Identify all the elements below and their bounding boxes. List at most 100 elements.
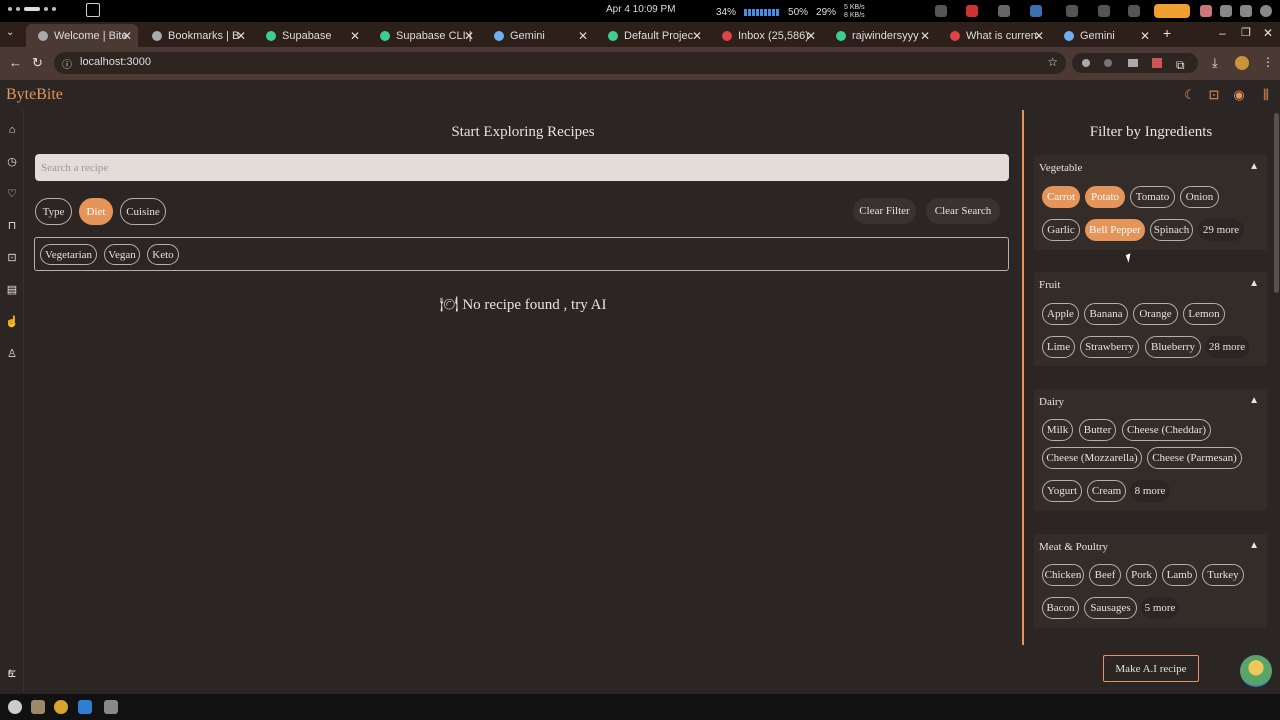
browser-tab[interactable]: What is curren ✕ [938,24,1050,47]
filter-panel-scrollbar[interactable] [1274,113,1279,293]
history-icon[interactable]: ◷ [5,155,19,169]
vscode-icon[interactable] [78,700,92,714]
heart-icon[interactable]: ♡ [5,187,19,201]
tray-icon[interactable] [1066,5,1078,17]
moon-icon[interactable]: ☾ [1183,88,1197,102]
profile-avatar[interactable] [1235,56,1249,70]
ingredient-chip-lemon[interactable]: Lemon [1183,303,1225,325]
back-icon[interactable]: ← [9,55,22,70]
ingredient-chip-cheese-parmesan[interactable]: Cheese (Parmesan) [1147,447,1242,469]
new-tab-button[interactable]: + [1163,25,1171,41]
cart-icon[interactable]: ⊡ [1207,88,1221,102]
clear-filter-button[interactable]: Clear Filter [853,198,916,224]
speaker-icon[interactable] [1240,5,1252,17]
chevron-up-icon[interactable]: ▲ [1249,161,1259,172]
browser-tab[interactable]: Inbox (25,586) ✕ [710,24,822,47]
cart-icon[interactable]: ⊡ [5,251,19,265]
chevron-up-icon[interactable]: ▲ [1249,540,1259,551]
ingredient-chip-yogurt[interactable]: Yogurt [1042,480,1082,502]
close-icon[interactable]: ✕ [920,29,930,43]
bag-icon[interactable]: ⊓ [5,219,19,233]
filter-chip-diet[interactable]: Diet [79,198,113,225]
extension-icon[interactable] [1104,59,1112,67]
browser-tab[interactable]: Welcome | Bite ✕ [26,24,138,47]
diet-chip-vegan[interactable]: Vegan [104,244,140,265]
system-clock[interactable]: Apr 4 10:09 PM [606,4,675,15]
filter-chip-type[interactable]: Type [35,198,72,225]
power-icon[interactable] [1260,5,1272,17]
clear-search-button[interactable]: Clear Search [926,198,1000,224]
browser-tab[interactable]: Default Projec ✕ [596,24,708,47]
dev-tools-icon[interactable]: ϟ [8,668,30,682]
ingredient-chip-bell-pepper[interactable]: Bell Pepper [1085,219,1145,241]
bookmark-star-icon[interactable]: ☆ [1047,55,1058,69]
ingredient-chip-lamb[interactable]: Lamb [1162,564,1197,586]
reload-icon[interactable]: ↻ [32,55,43,71]
ingredient-chip-pork[interactable]: Pork [1126,564,1157,586]
ingredient-chip-cream[interactable]: Cream [1087,480,1126,502]
text-editor-icon[interactable] [104,700,118,714]
tab-search-icon[interactable]: ⌄ [6,27,14,38]
thumbs-up-icon[interactable]: ☝ [5,315,19,329]
close-icon[interactable]: ✕ [578,29,588,43]
close-icon[interactable]: ✕ [806,29,816,43]
home-icon[interactable]: ⌂ [5,123,19,137]
extension-icon[interactable] [1152,58,1162,68]
network-icon[interactable] [1220,5,1232,17]
ingredient-chip-cheese-cheddar[interactable]: Cheese (Cheddar) [1122,419,1211,441]
browser-tab[interactable]: Supabase CLI | ✕ [368,24,480,47]
maximize-button[interactable]: ❐ [1241,26,1251,39]
files-icon[interactable] [31,700,45,714]
ingredient-chip-spinach[interactable]: Spinach [1150,219,1193,241]
close-window-button[interactable]: ✕ [1263,26,1273,40]
ingredient-chip-sausages[interactable]: Sausages [1084,597,1137,619]
chevron-up-icon[interactable]: ▲ [1249,395,1259,406]
ingredient-chip-banana[interactable]: Banana [1084,303,1128,325]
ingredient-chip-lime[interactable]: Lime [1042,336,1075,358]
launcher-icon[interactable] [8,700,22,714]
close-icon[interactable]: ✕ [236,29,246,43]
close-icon[interactable]: ✕ [464,29,474,43]
ingredient-chip-onion[interactable]: Onion [1180,186,1219,208]
puzzle-icon[interactable]: ⧉ [1176,58,1185,73]
browser-tab[interactable]: Bookmarks | B ✕ [140,24,252,47]
person-icon[interactable]: ♙ [5,347,19,361]
chevron-up-icon[interactable]: ▲ [1249,278,1259,289]
browser-tab[interactable]: Gemini ✕ [482,24,594,47]
tray-icon[interactable] [998,5,1010,17]
diet-chip-keto[interactable]: Keto [147,244,179,265]
ingredient-chip-butter[interactable]: Butter [1079,419,1116,441]
more-ingredients-button[interactable]: 5 more [1141,597,1179,619]
ingredient-chip-apple[interactable]: Apple [1042,303,1079,325]
ingredient-chip-orange[interactable]: Orange [1133,303,1178,325]
tray-icon[interactable] [1128,5,1140,17]
ingredient-chip-chicken[interactable]: Chicken [1042,564,1084,586]
ai-assistant-avatar[interactable] [1240,655,1272,687]
more-ingredients-button[interactable]: 8 more [1130,480,1170,502]
browser-app-icon[interactable] [86,3,100,17]
close-icon[interactable]: ✕ [122,29,132,43]
workspace-indicator[interactable] [8,7,56,11]
close-icon[interactable]: ✕ [692,29,702,43]
ingredient-chip-cheese-mozzarella[interactable]: Cheese (Mozzarella) [1042,447,1142,469]
calendar-icon[interactable]: ▤ [5,283,19,297]
close-icon[interactable]: ✕ [350,29,360,43]
columns-icon[interactable]: ⫼ [1259,88,1273,102]
mic-icon[interactable] [1200,5,1212,17]
site-info-icon[interactable]: ⓘ [62,56,72,71]
ingredient-chip-bacon[interactable]: Bacon [1042,597,1079,619]
tray-icon[interactable] [966,5,978,17]
user-icon[interactable]: ◉ [1232,88,1246,102]
ingredient-chip-potato[interactable]: Potato [1085,186,1125,208]
browser-tab[interactable]: rajwindersyyy ✕ [824,24,936,47]
browser-tab[interactable]: Gemini ✕ [1052,24,1156,47]
tray-toggle[interactable] [1154,4,1190,18]
browser-tab[interactable]: Supabase ✕ [254,24,366,47]
ingredient-chip-beef[interactable]: Beef [1089,564,1121,586]
search-input[interactable] [35,154,1009,181]
tray-icon[interactable] [935,5,947,17]
app-logo[interactable]: ByteBite [6,86,63,104]
ingredient-chip-strawberry[interactable]: Strawberry [1080,336,1139,358]
minimize-button[interactable]: – [1219,26,1226,40]
filter-chip-cuisine[interactable]: Cuisine [120,198,166,225]
